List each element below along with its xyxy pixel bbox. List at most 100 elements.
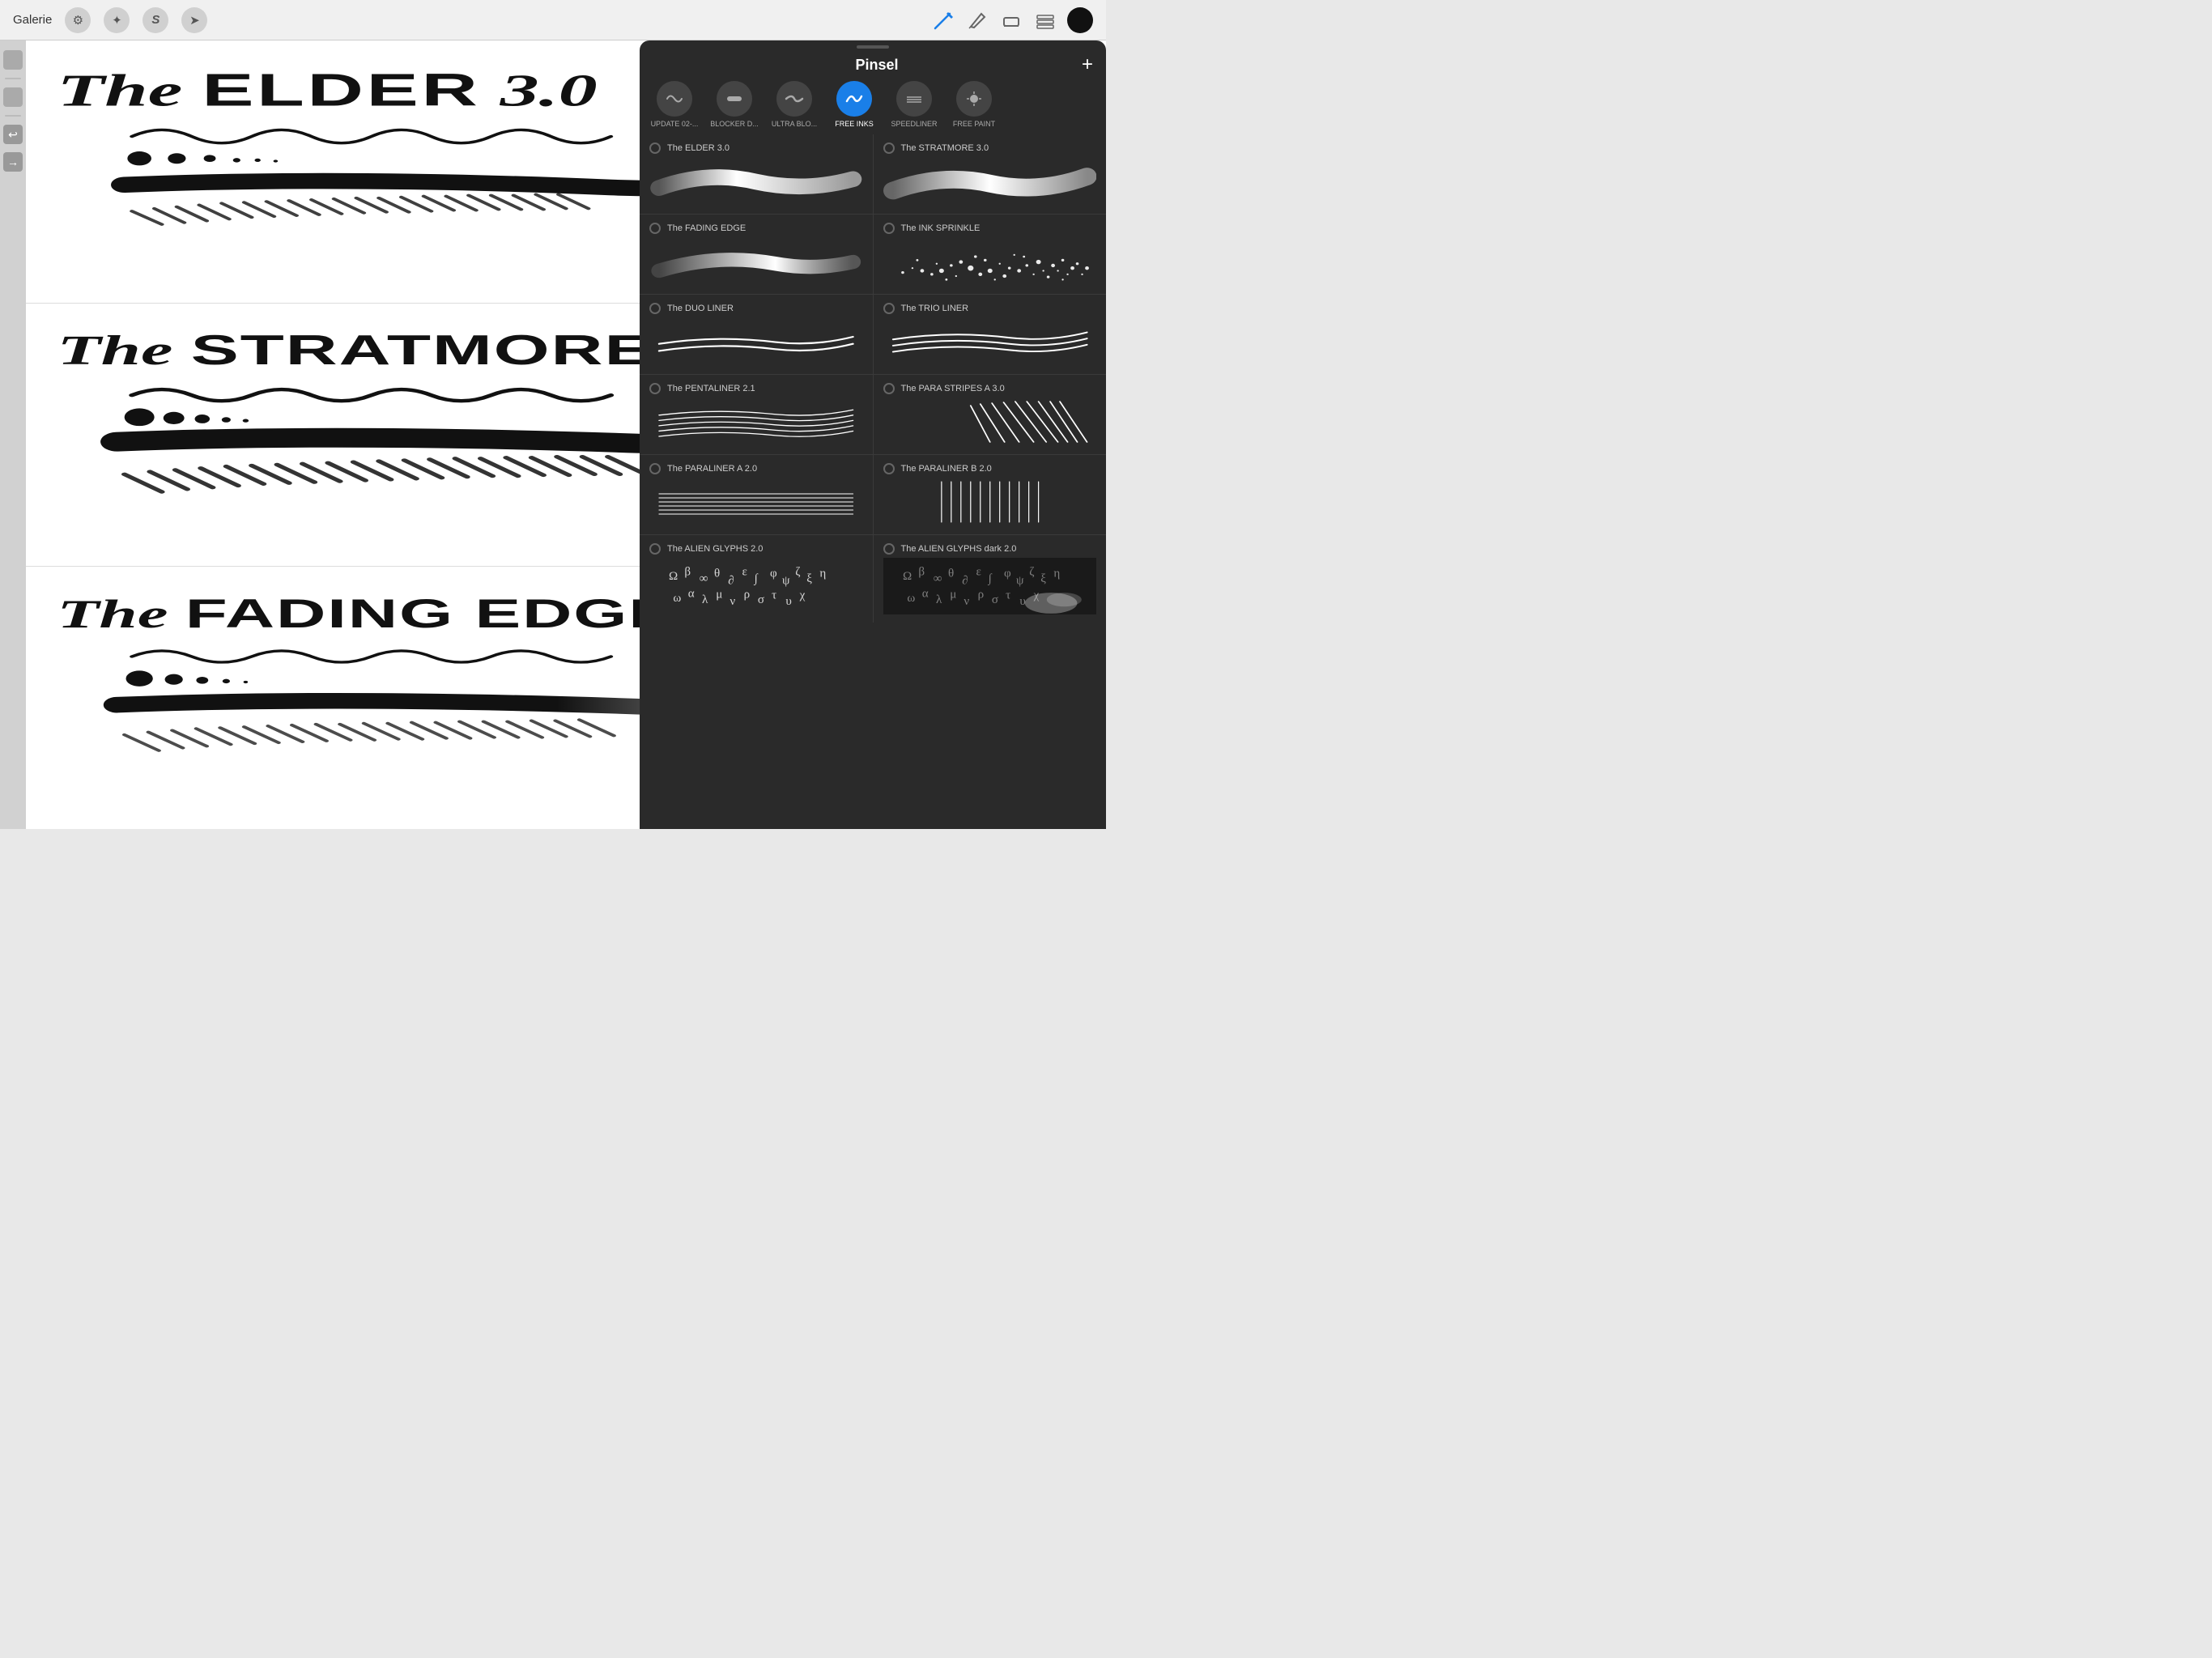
top-bar-left: Galerie ⚙ ✦ S ➤ — [13, 7, 207, 33]
gallery-button[interactable]: Galerie — [13, 13, 52, 27]
brush-dot-alien — [649, 543, 661, 555]
brush-preview-alien: Ωβ ∞θ ∂ε ∫φ ψζ ξη ωα λμ νρ στ υχ — [649, 558, 863, 614]
brush-cell-stratmore-header: The STRATMORE 3.0 — [883, 142, 1097, 154]
panel-add-button[interactable]: + — [1082, 55, 1093, 74]
svg-text:ω: ω — [673, 592, 681, 605]
brush-cell-elder[interactable]: The ELDER 3.0 — [640, 134, 874, 214]
svg-text:Ω: Ω — [669, 570, 678, 583]
svg-text:∂: ∂ — [728, 574, 734, 587]
brush-name-paraliner-a: The PARALINER A 2.0 — [667, 464, 757, 474]
brush-preview-duo — [649, 317, 863, 366]
brush-cell-trio-liner[interactable]: The TRIO LINER — [874, 295, 1107, 374]
svg-text:ψ: ψ — [1016, 574, 1024, 587]
brush-dot-duo — [649, 303, 661, 314]
brush-cell-alien-glyphs[interactable]: The ALIEN GLYPHS 2.0 Ωβ ∞θ ∂ε ∫φ ψζ ξη ω… — [640, 535, 874, 623]
top-bar-right — [931, 7, 1093, 33]
brush-cell-paraliner-a[interactable]: The PARALINER A 2.0 — [640, 455, 874, 534]
svg-text:φ: φ — [770, 568, 777, 580]
svg-text:α: α — [688, 587, 695, 600]
brush-cell-alien-dark-header: The ALIEN GLYPHS dark 2.0 — [883, 543, 1097, 555]
brush-name-penta: The PENTALINER 2.1 — [667, 384, 755, 393]
svg-text:χ: χ — [799, 589, 806, 602]
brush-cell-duo-liner[interactable]: The DUO LINER — [640, 295, 874, 374]
brush-preview-stratmore — [883, 157, 1097, 206]
sidebar-separator-1 — [5, 78, 21, 79]
brush-cell-paraliner-b[interactable]: The PARALINER B 2.0 — [874, 455, 1107, 534]
brush-row-1: The ELDER 3.0 The STRATMORE 3.0 — [640, 134, 1106, 215]
brush-cell-pentaliner[interactable]: The PENTALINER 2.1 — [640, 375, 874, 454]
svg-text:β: β — [918, 566, 925, 579]
tab-label-freeinks: FREE INKS — [835, 120, 874, 128]
brush-cell-duo-header: The DUO LINER — [649, 303, 863, 314]
panel-header: Pinsel + — [640, 49, 1106, 81]
svg-text:θ: θ — [714, 568, 720, 580]
brush-cell-fading-header: The FADING EDGE — [649, 223, 863, 234]
brush-dot-trio — [883, 303, 895, 314]
brush-dot-penta — [649, 383, 661, 394]
sidebar-separator-2 — [5, 115, 21, 117]
brush-name-fading: The FADING EDGE — [667, 223, 746, 233]
brush-cell-para-stripes[interactable]: The PARA STRIPES A 3.0 — [874, 375, 1107, 454]
brush-cell-stratmore[interactable]: The STRATMORE 3.0 — [874, 134, 1107, 214]
svg-text:σ: σ — [991, 593, 998, 606]
brush-dot-sprinkle — [883, 223, 895, 234]
svg-text:σ: σ — [758, 593, 764, 606]
brush-preview-alien-dark: Ωβ ∞θ ∂ε ∫φ ψζ ξη ωα λμ νρ στ υχ — [883, 558, 1097, 614]
sidebar-btn-2[interactable] — [3, 87, 23, 107]
brush-row-4: The PENTALINER 2.1 The PARA STRIPES A 3.… — [640, 375, 1106, 455]
svg-text:ε: ε — [976, 566, 981, 579]
sidebar-btn-redo[interactable]: → — [3, 152, 23, 172]
svg-text:∫: ∫ — [987, 572, 993, 585]
svg-text:φ: φ — [1003, 568, 1010, 580]
svg-text:ξ: ξ — [806, 572, 812, 585]
brush-cell-sprinkle-header: The INK SPRINKLE — [883, 223, 1097, 234]
tab-speedliner[interactable]: SPEEDLINER — [886, 81, 942, 128]
svg-text:θ: θ — [948, 568, 954, 580]
brush-preview-sprinkle — [883, 237, 1097, 286]
tab-label-freepaint: FREE PAINT — [953, 120, 995, 128]
svg-text:Ω: Ω — [903, 570, 912, 583]
tab-freeinks[interactable]: FREE INKS — [826, 81, 883, 128]
tab-freepaint[interactable]: FREE PAINT — [946, 81, 1002, 128]
svg-text:ξ: ξ — [1040, 572, 1046, 585]
svg-text:τ: τ — [1006, 589, 1010, 602]
brush-dot-paraliner-a — [649, 463, 661, 474]
layers-icon[interactable] — [1033, 8, 1057, 32]
svg-text:∂: ∂ — [962, 574, 968, 587]
brush-name-elder: The ELDER 3.0 — [667, 143, 730, 153]
smudge-icon[interactable]: S — [143, 7, 168, 33]
brush-name-sprinkle: The INK SPRINKLE — [901, 223, 981, 233]
transform-icon[interactable]: ➤ — [181, 7, 207, 33]
brush-preview-para-stripes — [883, 397, 1097, 446]
tab-update02[interactable]: UPDATE 02-... — [646, 81, 703, 128]
svg-text:β: β — [684, 566, 691, 579]
sidebar-btn-1[interactable] — [3, 50, 23, 70]
magic-icon[interactable]: ✦ — [104, 7, 130, 33]
eraser-tool-icon[interactable] — [999, 8, 1023, 32]
tab-label-speedliner: SPEEDLINER — [891, 120, 937, 128]
brush-preview-elder — [649, 157, 863, 206]
brush-cell-alien-glyphs-dark[interactable]: The ALIEN GLYPHS dark 2.0 Ωβ ∞θ ∂ε ∫φ ψζ… — [874, 535, 1107, 623]
tab-label-blockerd: BLOCKER D... — [710, 120, 759, 128]
pencil-tool-icon[interactable] — [931, 8, 955, 32]
brush-dot-paraliner-b — [883, 463, 895, 474]
sidebar-btn-undo[interactable]: ↩ — [3, 125, 23, 144]
tab-circle-update02 — [657, 81, 692, 117]
brush-name-alien-dark: The ALIEN GLYPHS dark 2.0 — [901, 544, 1017, 554]
tab-blockerd[interactable]: BLOCKER D... — [706, 81, 763, 128]
brush-name-stratmore: The STRATMORE 3.0 — [901, 143, 989, 153]
color-swatch[interactable] — [1067, 7, 1093, 33]
svg-text:∞: ∞ — [933, 572, 942, 585]
brush-dot-stratmore — [883, 142, 895, 154]
tab-ultrablo[interactable]: ULTRA BLO... — [766, 81, 823, 128]
brush-cell-fading-edge[interactable]: The FADING EDGE — [640, 215, 874, 294]
svg-text:μ: μ — [716, 589, 722, 602]
wrench-icon[interactable]: ⚙ — [65, 7, 91, 33]
tab-circle-freepaint — [956, 81, 992, 117]
brush-cell-paralinera-header: The PARALINER A 2.0 — [649, 463, 863, 474]
pen-tool-icon[interactable] — [965, 8, 989, 32]
svg-text:ν: ν — [730, 595, 735, 608]
brush-name-para-stripes: The PARA STRIPES A 3.0 — [901, 384, 1005, 393]
brush-cell-ink-sprinkle[interactable]: The INK SPRINKLE — [874, 215, 1107, 294]
svg-text:ν: ν — [963, 595, 969, 608]
